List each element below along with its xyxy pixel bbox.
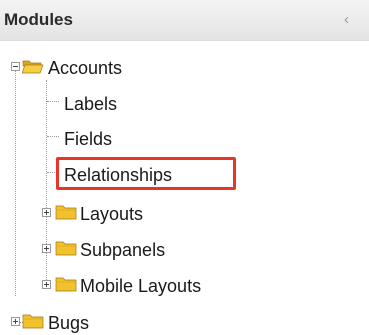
folder-icon [22, 314, 44, 329]
tree-node-label: Mobile Layouts [80, 276, 202, 296]
tree-node-mobile-layouts[interactable]: Mobile Layouts [0, 272, 290, 298]
tree-node-subpanels[interactable]: Subpanels [0, 236, 240, 262]
modules-panel: Modules ‹ Accounts Labels Fields Relatio… [0, 0, 369, 333]
tree-node-label: Labels [64, 94, 118, 114]
expand-toggle-icon[interactable] [11, 317, 20, 326]
folder-icon [55, 241, 77, 256]
collapse-arrow-icon[interactable]: ‹ [344, 10, 349, 30]
tree-node-layouts[interactable]: Layouts [0, 200, 220, 226]
tree-node-labels[interactable]: Labels [0, 90, 200, 116]
folder-icon [55, 277, 77, 292]
tree-node-fields[interactable]: Fields [0, 125, 200, 151]
tree-node-label: Fields [64, 129, 113, 149]
tree-node-bugs[interactable]: Bugs [0, 309, 150, 335]
expand-toggle-icon[interactable] [42, 244, 51, 253]
header-divider [0, 40, 369, 41]
tree-node-accounts[interactable]: Accounts [0, 54, 200, 80]
folder-icon [55, 205, 77, 220]
selection-highlight [56, 157, 236, 190]
expand-toggle-icon[interactable] [42, 280, 51, 289]
tree-node-label: Bugs [48, 313, 90, 333]
expand-toggle-icon[interactable] [42, 208, 51, 217]
panel-title: Modules [4, 10, 73, 29]
panel-header: Modules ‹ [0, 0, 369, 41]
open-folder-icon [22, 60, 44, 74]
collapse-toggle-icon[interactable] [11, 62, 20, 71]
tree-node-label: Layouts [80, 204, 144, 224]
tree-node-label: Accounts [48, 58, 123, 78]
tree-node-label: Subpanels [80, 240, 166, 260]
